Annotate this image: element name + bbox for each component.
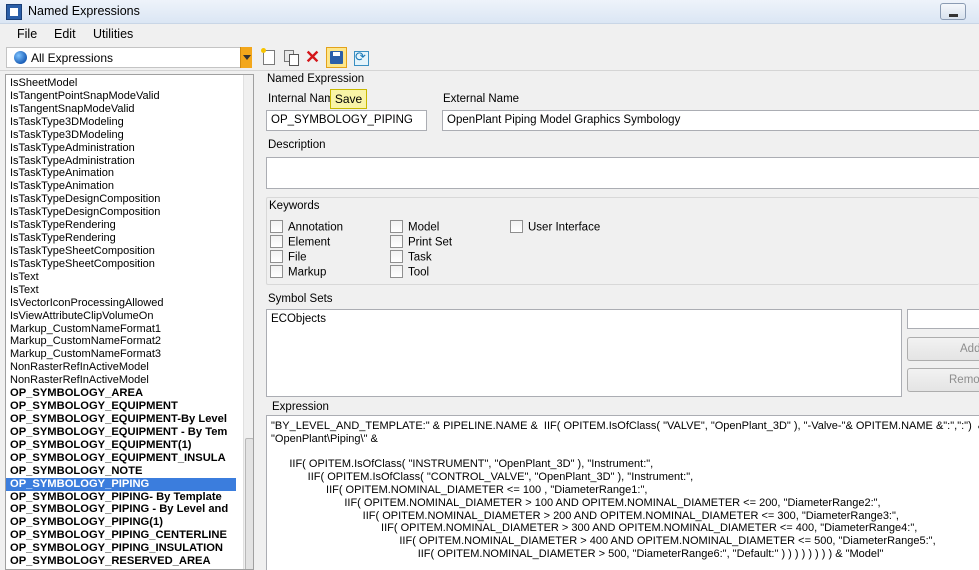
symbol-set-item[interactable]: ECObjects <box>271 313 897 325</box>
list-item[interactable]: Markup_CustomNameFormat2 <box>6 335 236 348</box>
checkbox-icon[interactable] <box>270 235 283 248</box>
keyword-model[interactable]: Model <box>390 220 439 235</box>
list-item[interactable]: IsTangentSnapModeValid <box>6 103 236 116</box>
save-icon[interactable] <box>326 47 347 68</box>
app-icon <box>6 4 22 20</box>
list-item[interactable]: IsTaskTypeDesignComposition <box>6 206 236 219</box>
keyword-file[interactable]: File <box>270 250 307 265</box>
checkbox-icon[interactable] <box>510 220 523 233</box>
checkbox-icon[interactable] <box>270 265 283 278</box>
copy-icon[interactable] <box>281 48 300 67</box>
list-item[interactable]: IsTaskType3DModeling <box>6 116 236 129</box>
checkbox-icon[interactable] <box>270 220 283 233</box>
external-name-field[interactable]: OpenPlant Piping Model Graphics Symbolog… <box>442 110 979 131</box>
list-item[interactable]: OP_SYMBOLOGY_RESERVED_AREA <box>6 555 236 568</box>
keyword-markup[interactable]: Markup <box>270 265 326 280</box>
list-item[interactable]: OP_SYMBOLOGY_EQUIPMENT - By Tem <box>6 426 236 439</box>
list-item[interactable]: OP_SYMBOLOGY_PIPING_CENTERLINE <box>6 529 236 542</box>
list-item[interactable]: OP_SYMBOLOGY_EQUIPMENT <box>6 400 236 413</box>
checkbox-icon[interactable] <box>390 250 403 263</box>
keyword-user-interface[interactable]: User Interface <box>510 220 600 235</box>
checkbox-icon[interactable] <box>270 250 283 263</box>
list-item[interactable]: IsText <box>6 271 236 284</box>
expression-list[interactable]: IsSheetModel IsTangentPointSnapModeValid I… <box>5 74 254 570</box>
list-item[interactable]: OP_SYMBOLOGY_AREA <box>6 387 236 400</box>
symbol-sets-label: Symbol Sets <box>268 293 333 305</box>
list-item[interactable]: IsViewAttributeClipVolumeOn <box>6 310 236 323</box>
toolbar: All Expressions ✕ <box>0 45 979 71</box>
globe-icon <box>14 51 27 64</box>
list-item[interactable]: OP_SYMBOLOGY_EQUIPMENT_INSULA <box>6 452 236 465</box>
menu-edit[interactable]: Edit <box>54 27 76 41</box>
list-item[interactable]: IsSheetModel <box>6 77 236 90</box>
list-item[interactable]: IsVectorIconProcessingAllowed <box>6 297 236 310</box>
keyword-print-set[interactable]: Print Set <box>390 235 452 250</box>
scope-dropdown[interactable]: All Expressions <box>6 47 252 68</box>
list-item[interactable]: OP_SYMBOLOGY_EQUIPMENT(1) <box>6 439 236 452</box>
remove-button[interactable]: Remove <box>907 368 979 392</box>
internal-name-field[interactable]: OP_SYMBOLOGY_PIPING <box>266 110 427 131</box>
list-item-selected[interactable]: OP_SYMBOLOGY_PIPING <box>6 477 236 491</box>
checkbox-icon[interactable] <box>390 220 403 233</box>
title-bar: Named Expressions <box>0 0 979 24</box>
keyword-task[interactable]: Task <box>390 250 432 265</box>
keywords-group <box>266 197 979 285</box>
external-name-label: External Name <box>443 93 520 105</box>
list-item[interactable]: IsTaskTypeDesignComposition <box>6 193 236 206</box>
menu-bar: File Edit Utilities <box>0 25 979 45</box>
list-item[interactable]: NonRasterRefInActiveModel <box>6 374 236 387</box>
description-field[interactable] <box>266 157 979 189</box>
list-item[interactable]: IsTaskTypeAnimation <box>6 167 236 180</box>
list-item[interactable]: OP_SYMBOLOGY_PIPING - By Level and <box>6 503 236 516</box>
expression-rows: IsSheetModel IsTangentPointSnapModeValid I… <box>6 77 236 568</box>
list-item[interactable]: IsTaskType3DModeling <box>6 129 236 142</box>
list-item[interactable]: IsTaskTypeRendering <box>6 232 236 245</box>
keyword-annotation[interactable]: Annotation <box>270 220 343 235</box>
list-item[interactable]: OP_SYMBOLOGY_PIPING- By Template <box>6 491 236 504</box>
checkbox-icon[interactable] <box>390 265 403 278</box>
add-button[interactable]: Add <box>907 337 979 361</box>
symbol-set-input[interactable] <box>907 309 979 329</box>
window-title: Named Expressions <box>28 4 140 18</box>
scope-value: All Expressions <box>31 51 114 65</box>
expression-field[interactable]: "BY_LEVEL_AND_TEMPLATE:" & PIPELINE.NAME… <box>266 415 979 570</box>
list-item[interactable]: Markup_CustomNameFormat1 <box>6 323 236 336</box>
list-item[interactable]: OP_SYMBOLOGY_NOTE <box>6 465 236 478</box>
new-icon[interactable] <box>259 48 278 67</box>
minimize-button[interactable] <box>940 3 966 20</box>
chevron-down-icon[interactable] <box>240 47 252 68</box>
list-item[interactable]: NonRasterRefInActiveModel <box>6 361 236 374</box>
delete-icon[interactable]: ✕ <box>303 48 322 67</box>
list-item[interactable]: IsTaskTypeAdministration <box>6 155 236 168</box>
keyword-tool[interactable]: Tool <box>390 265 429 280</box>
list-item[interactable]: IsTaskTypeSheetComposition <box>6 258 236 271</box>
list-item[interactable]: OP_SYMBOLOGY_PIPING_INSULATION <box>6 542 236 555</box>
internal-name-label: Internal Nam <box>268 93 334 105</box>
list-item[interactable]: OP_SYMBOLOGY_PIPING(1) <box>6 516 236 529</box>
symbol-sets-list[interactable]: ECObjects <box>266 309 902 397</box>
refresh-icon[interactable] <box>351 48 370 67</box>
list-item[interactable]: IsTaskTypeAdministration <box>6 142 236 155</box>
description-label: Description <box>268 139 326 151</box>
scrollbar-thumb[interactable] <box>245 438 253 569</box>
menu-utilities[interactable]: Utilities <box>93 27 133 41</box>
list-scrollbar[interactable] <box>243 75 253 569</box>
expression-label: Expression <box>272 401 329 413</box>
checkbox-icon[interactable] <box>390 235 403 248</box>
menu-file[interactable]: File <box>17 27 37 41</box>
list-item[interactable]: IsTaskTypeRendering <box>6 219 236 232</box>
list-item[interactable]: IsTaskTypeSheetComposition <box>6 245 236 258</box>
keyword-element[interactable]: Element <box>270 235 330 250</box>
keywords-label: Keywords <box>269 200 320 212</box>
save-tooltip: Save <box>330 89 367 109</box>
list-item[interactable]: Markup_CustomNameFormat3 <box>6 348 236 361</box>
list-item[interactable]: IsText <box>6 284 236 297</box>
list-item[interactable]: IsTangentPointSnapModeValid <box>6 90 236 103</box>
panel-heading: Named Expression <box>267 73 365 85</box>
list-item[interactable]: OP_SYMBOLOGY_EQUIPMENT-By Level <box>6 413 236 426</box>
list-item[interactable]: IsTaskTypeAnimation <box>6 180 236 193</box>
